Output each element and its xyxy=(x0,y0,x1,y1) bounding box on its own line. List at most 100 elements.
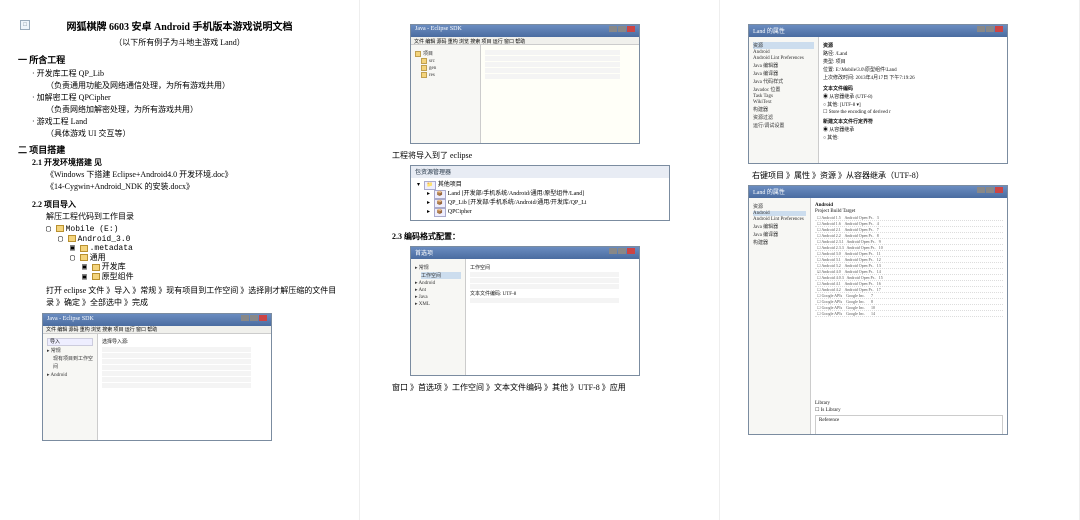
panel-heading: 资源 xyxy=(823,42,1003,49)
panel-heading: 工作空间 xyxy=(470,264,635,271)
tree-item-selected: 资源 xyxy=(753,42,814,49)
window-controls-icon xyxy=(608,26,635,36)
tree-item: Java 编辑器 xyxy=(753,223,806,230)
tree-node: ▣ 开发库 xyxy=(82,263,341,273)
target-list: ☐ Android 1.5 Android Open Pr.. 3 ☐ Andr… xyxy=(815,215,1003,395)
list-item xyxy=(102,377,251,382)
prop-value: /Land xyxy=(836,52,848,57)
tree-item: Java 代码样式 xyxy=(753,78,814,85)
tree-item: ▸ Android xyxy=(415,280,461,286)
window-titlebar: Java - Eclipse SDK xyxy=(43,314,271,326)
project-icon: 📦 xyxy=(434,208,446,217)
ref-doc-1: 《Windows 下搭建 Eclipse+Android4.0 开发环境.doc… xyxy=(46,169,341,181)
lib-line: · 开发库工程 QP_Lib xyxy=(32,68,341,80)
folder-icon xyxy=(415,51,421,57)
prefs-tree: ▸ 常规 工作空间 ▸ Android ▸ Ant ▸ Java ▸ XML xyxy=(411,259,466,375)
screenshot-eclipse-import: Java - Eclipse SDK 文件 编辑 源码 重构 浏览 搜索 项目 … xyxy=(42,313,272,441)
prop-label: 路径: xyxy=(823,52,834,57)
tree-item: ▸ Java xyxy=(415,294,461,300)
tree-item: 资源过滤 xyxy=(753,114,814,121)
pkg-item: ▸ 📦QPCipher xyxy=(427,208,663,217)
tree-label: Mobile (E:) xyxy=(66,225,119,234)
list-item xyxy=(102,359,251,364)
window-titlebar: 首选项 xyxy=(411,247,639,259)
prop-row: 路径: /Land xyxy=(823,50,1003,57)
panel-header: 包资源管理器 xyxy=(411,166,669,178)
reference-label: Reference xyxy=(816,417,1002,424)
page-thumb-icon: □ xyxy=(20,20,30,30)
screenshot-properties: Land 的属性 资源 Android Android Lint Prefere… xyxy=(748,24,1008,164)
tree-node-root: ▢ Mobile (E:) xyxy=(46,225,341,235)
tree-label: 常规 xyxy=(51,349,61,354)
radio-row: ○ 其他: [UTF-8 ▾] xyxy=(823,101,1003,108)
tree-item: ▸ Android xyxy=(47,372,93,380)
step-extract: 解压工程代码到工作目录 xyxy=(46,211,341,223)
pkg-label: QP_Lib [开发部/手机系统/Android/通用/开发库/QP_Li xyxy=(448,200,587,206)
page1-content: 一 所含工程 · 开发库工程 QP_Lib （负责通用功能及网络通信处理，为所有… xyxy=(18,54,341,441)
window-controls-icon xyxy=(608,248,635,258)
import-instructions: 打开 eclipse 文件 》导入 》常规 》现有项目到工作空间 》选择刚才解压… xyxy=(46,285,341,309)
code-line xyxy=(485,62,620,67)
prop-row: 上次修改时间: 2013年4月17日 下午7:19:26 xyxy=(823,74,1003,81)
tree-item: Android xyxy=(753,50,814,55)
game-desc: （具体游戏 UI 交互等） xyxy=(46,128,341,140)
eclipse-left-panel: 导入 ▸ 常规 现有项目到工作空间 ▸ Android xyxy=(43,334,98,440)
setting-row xyxy=(470,298,619,303)
table-row: ☐ Google APIs Google Inc. 14 xyxy=(815,311,1003,317)
android-panel: Android Project Build Target ☐ Android 1… xyxy=(811,198,1007,434)
tree-item: Java 编译器 xyxy=(753,231,806,238)
code-line xyxy=(485,74,620,79)
tree-item: Java 编译器 xyxy=(753,70,814,77)
ref-doc-2: 《14-Cygwin+Android_NDK 的安装.docx》 xyxy=(46,181,341,193)
tree-label: 通用 xyxy=(90,254,106,263)
page-2: Java - Eclipse SDK 文件 编辑 源码 重构 浏览 搜索 项目 … xyxy=(360,0,720,520)
page-1: □ 网狐棋牌 6603 安卓 Android 手机版本游戏说明文档 （以下所有例… xyxy=(0,0,360,520)
tree-label: Android_3.0 xyxy=(78,235,131,244)
folder-icon xyxy=(68,235,76,242)
pkg-label: QPCipher xyxy=(448,209,472,215)
pkg-label: 其他项目 xyxy=(438,182,462,188)
pkg-item: ▸ 📦Land [开发部/手机系统/Android/通用/原型组件/Land] xyxy=(427,190,663,199)
after-import-text: 工程将导入到了 eclipse xyxy=(392,150,701,161)
checkbox-row: ☐ Is Library xyxy=(815,407,1003,413)
radio-row: ○ 其他: xyxy=(823,134,1003,141)
prop-row: 类型: 项目 xyxy=(823,58,1003,65)
window-title: 首选项 xyxy=(415,248,433,258)
page-3: Land 的属性 资源 Android Android Lint Prefere… xyxy=(720,0,1080,520)
folder-icon xyxy=(92,264,100,271)
window-titlebar: Java - Eclipse SDK xyxy=(411,25,639,37)
tree-item: Javadoc 位置 xyxy=(753,86,814,93)
folder-icon xyxy=(421,72,427,78)
tree-item: WikiText xyxy=(753,100,814,105)
tree-item: 资源 xyxy=(753,203,806,210)
prefs-panel: 工作空间 文本文件编码: UTF-8 xyxy=(466,259,639,375)
project-icon: 📦 xyxy=(434,199,446,208)
library-label: Library xyxy=(815,401,1003,406)
tree-item: Android Lint Preferences xyxy=(753,217,806,222)
prop-label: 类型: xyxy=(823,60,834,65)
screenshot-preferences: 首选项 ▸ 常规 工作空间 ▸ Android ▸ Ant ▸ Java ▸ X… xyxy=(410,246,640,376)
window-title: Java - Eclipse SDK xyxy=(47,315,94,325)
pkg-label: Land [开发部/手机系统/Android/通用/原型组件/Land] xyxy=(448,191,585,197)
properties-tree: 资源 Android Android Lint Preferences Java… xyxy=(749,198,811,434)
reference-box: Reference xyxy=(815,415,1003,435)
sec-2-2: 2.2 项目导入 xyxy=(32,199,341,211)
list-item xyxy=(102,365,251,370)
setting-row xyxy=(470,284,619,289)
folder-icon xyxy=(56,225,64,232)
folder-icon xyxy=(421,65,427,71)
window-controls-icon xyxy=(976,187,1003,197)
pkg-group: ▾ 📁其他项目 xyxy=(417,181,663,190)
prop-row: 位置: E:\Mobile\3.0\原型组件\Land xyxy=(823,66,1003,73)
prop-value: 2013年4月17日 下午7:19:26 xyxy=(856,76,915,81)
tree-item: 现有项目到工作空间 xyxy=(53,356,93,371)
folder-icon xyxy=(421,58,427,64)
panel-title: 包资源管理器 xyxy=(415,167,451,177)
editor-area xyxy=(481,45,639,143)
radio-label: 其他: xyxy=(827,136,838,141)
radio-label: 其他: xyxy=(827,103,838,108)
screenshot-eclipse-editor: Java - Eclipse SDK 文件 编辑 源码 重构 浏览 搜索 项目 … xyxy=(410,24,640,144)
section-1-heading: 一 所含工程 xyxy=(18,54,341,68)
cipher-desc: （负责网络加解密处理，为所有游戏共用） xyxy=(46,104,341,116)
tree-item: ▸ 常规 xyxy=(415,264,461,271)
